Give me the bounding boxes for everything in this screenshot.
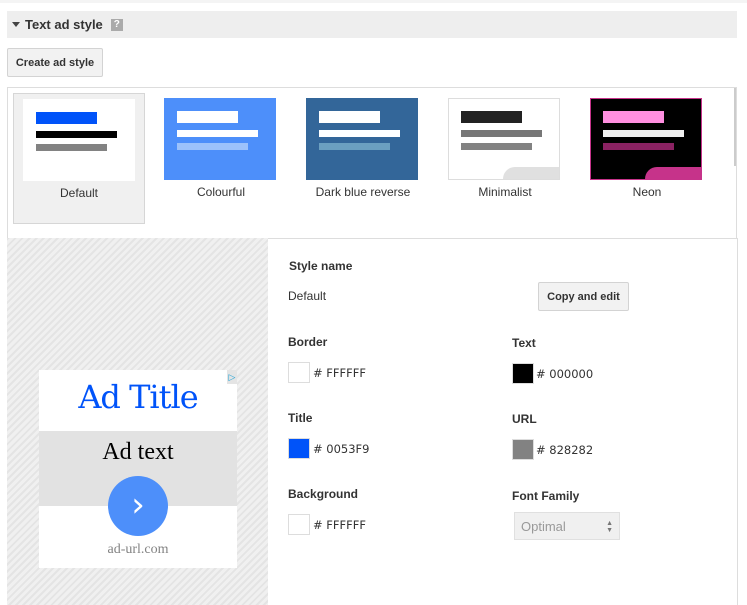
font-family-select[interactable]: Optimal ▲ ▼ (514, 512, 620, 540)
border-color-hex[interactable]: # FFFFFF (313, 366, 366, 380)
background-color-hex[interactable]: # FFFFFF (313, 518, 366, 532)
style-thumbnail (306, 98, 418, 180)
thumbnail-bar (603, 143, 674, 150)
font-family-value: Optimal (521, 518, 566, 534)
title-label: Title (288, 411, 313, 425)
thumbnail-bar (177, 130, 258, 137)
thumbnail-bar (319, 111, 380, 123)
url-color-hex[interactable]: # 828282 (536, 443, 593, 457)
thumbnail-bar (319, 130, 400, 137)
style-tile-label: Dark blue reverse (315, 185, 411, 199)
style-tile-dark-blue-reverse[interactable]: Dark blue reverse (297, 93, 429, 224)
style-name-value: Default (288, 289, 327, 303)
text-color-hex[interactable]: # 000000 (536, 367, 593, 381)
border-label: Border (288, 335, 328, 349)
sort-arrows-icon: ▲ ▼ (606, 520, 613, 534)
thumbnail-bar (36, 131, 117, 138)
thumbnail-bar (461, 111, 522, 123)
section-title: Text ad style (25, 17, 103, 32)
chevron-right-icon: › (108, 476, 168, 536)
copy-and-edit-button[interactable]: Copy and edit (538, 282, 629, 311)
top-divider (0, 0, 747, 3)
thumbnail-bar (319, 143, 390, 150)
thumbnail-bar (461, 143, 532, 150)
thumbnail-corner (645, 167, 701, 179)
style-thumbnail (590, 98, 702, 180)
ad-text: Ad text (102, 439, 174, 465)
text-color-swatch[interactable] (512, 363, 534, 384)
style-name-label: Style name (289, 259, 353, 273)
style-thumbnail (164, 98, 276, 180)
style-thumbnail (23, 99, 135, 181)
style-tile-minimalist[interactable]: Minimalist (439, 93, 571, 224)
text-label: Text (512, 336, 536, 350)
style-tile-default[interactable]: Default (13, 93, 145, 224)
thumbnail-bar (36, 144, 107, 151)
thumbnail-bar (177, 143, 248, 150)
ad-preview-card: ▷ Ad Title Ad text › ad-url.com (39, 370, 237, 568)
thumbnail-corner (503, 167, 559, 179)
style-tiles: Default Colourful Dark blue reverse Minimal… (7, 87, 737, 239)
title-color-hex[interactable]: # 0053F9 (313, 442, 370, 456)
ad-title: Ad Title (78, 378, 198, 416)
background-label: Background (288, 487, 359, 501)
thumbnail-bar (461, 130, 542, 137)
url-color-swatch[interactable] (512, 439, 534, 460)
style-tile-label: Minimalist (478, 185, 532, 199)
thumbnail-bar (36, 112, 97, 124)
create-ad-style-button[interactable]: Create ad style (7, 48, 103, 77)
style-tile-label: Default (59, 186, 99, 200)
font-family-label: Font Family (512, 489, 580, 503)
style-tile-label: Neon (632, 185, 662, 199)
title-color-swatch[interactable] (288, 438, 310, 459)
help-icon[interactable]: ? (110, 18, 123, 31)
style-tile-neon[interactable]: Neon (581, 93, 713, 224)
thumbnail-bar (603, 111, 664, 123)
collapse-triangle-icon[interactable] (12, 22, 20, 27)
border-color-swatch[interactable] (288, 362, 310, 383)
thumbnail-bar (177, 111, 238, 123)
thumbnail-bar (603, 130, 684, 137)
style-thumbnail (448, 98, 560, 180)
background-color-swatch[interactable] (288, 514, 310, 535)
style-tile-label: Colourful (196, 185, 246, 199)
section-header[interactable]: Text ad style ? (7, 11, 737, 38)
url-label: URL (512, 412, 537, 426)
ad-url: ad-url.com (107, 542, 169, 557)
style-tile-colourful[interactable]: Colourful (155, 93, 287, 224)
panel-border (737, 238, 738, 605)
